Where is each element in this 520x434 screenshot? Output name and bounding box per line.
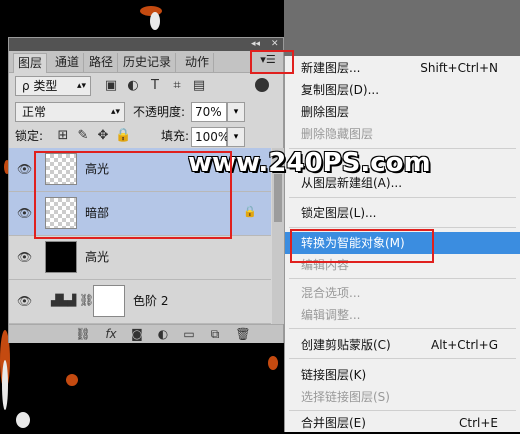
lock-all-icon[interactable]: 🔒 [115, 128, 131, 144]
tab-layers[interactable]: 图层 [13, 53, 48, 73]
menu-item-delete-hidden[interactable]: 删除隐藏图层 [285, 123, 520, 145]
liquid-splash-decor [66, 374, 78, 386]
menu-item-label: 创建剪贴蒙版(C) [301, 338, 391, 352]
menu-separator [289, 358, 516, 359]
filter-type-select[interactable]: ρ 类型 ▴▾ [15, 76, 91, 96]
menu-separator [289, 227, 516, 228]
menu-item-delete-layer[interactable]: 删除图层 [285, 101, 520, 123]
lock-move-icon[interactable]: ✥ [95, 128, 111, 144]
layer-row[interactable]: 👁 ▟▙▟ ⛓ 色阶 2 [9, 280, 271, 324]
new-group-icon[interactable]: ▭ [181, 327, 197, 342]
menu-separator [289, 278, 516, 279]
menu-item-blending-options[interactable]: 混合选项... [285, 282, 520, 304]
eye-icon[interactable]: 👁 [17, 206, 32, 220]
layer-mask-thumbnail [93, 285, 125, 317]
filter-pixel-icon[interactable]: ▣ [103, 78, 119, 94]
panel-title-bar[interactable]: ◂◂ ✕ [9, 38, 283, 51]
lock-icon: 🔒 [243, 205, 257, 218]
menu-separator [289, 410, 516, 411]
lock-transparency-icon[interactable]: ⊞ [55, 128, 71, 144]
liquid-splash-decor [16, 412, 30, 428]
lock-row: 锁定: ⊞ ✎ ✥ 🔒 填充: 100% ▾ [9, 126, 283, 148]
link-layers-icon[interactable]: ⛓ [75, 327, 91, 342]
menu-item-label: 合并图层(E) [301, 416, 366, 430]
menu-item-lock-layers[interactable]: 锁定图层(L)... [285, 202, 520, 224]
filter-type-label: ρ 类型 [22, 79, 58, 93]
chevron-down-icon: ▴▾ [110, 107, 120, 117]
layer-thumbnail [45, 241, 77, 273]
fill-label: 填充: [161, 129, 190, 143]
tab-actions[interactable]: 动作 [181, 53, 215, 73]
panel-tabs: 图层 通道 路径 历史记录 动作 ▾☰ [9, 51, 283, 73]
fill-input[interactable]: 100% [191, 127, 229, 147]
chevron-down-icon: ▴▾ [76, 81, 86, 91]
opacity-input[interactable]: 70% [191, 102, 227, 122]
menu-item-shortcut: Ctrl+E [459, 416, 498, 430]
menu-item-label: 复制图层(D)... [301, 83, 380, 97]
blend-row: 正常 ▴▾ 不透明度: 70% ▾ [9, 100, 283, 124]
liquid-splash-decor [268, 356, 278, 370]
filter-shape-icon[interactable]: ⌗ [169, 78, 185, 94]
menu-item-label: 选择链接图层(S) [301, 390, 390, 404]
eye-icon[interactable]: 👁 [17, 250, 32, 264]
menu-item-duplicate-layer[interactable]: 复制图层(D)... [285, 79, 520, 101]
filter-row: ρ 类型 ▴▾ ▣ ◐ T ⌗ ▤ [9, 74, 283, 100]
menu-item-link-layers[interactable]: 链接图层(K) [285, 364, 520, 386]
tab-paths[interactable]: 路径 [85, 53, 119, 73]
filter-smart-object-icon[interactable]: ▤ [191, 78, 207, 94]
menu-item-merge-layers[interactable]: 合并图层(E) Ctrl+E [285, 412, 520, 434]
lock-paint-icon[interactable]: ✎ [75, 128, 91, 144]
layer-row[interactable]: 👁 高光 [9, 236, 271, 280]
liquid-splash-decor [150, 12, 160, 30]
tab-channels[interactable]: 通道 [51, 53, 85, 73]
delete-layer-icon[interactable]: 🗑 [235, 327, 251, 342]
menu-item-label: 编辑调整... [301, 308, 361, 322]
menu-item-shortcut: Shift+Ctrl+N [420, 61, 498, 75]
blend-mode-select[interactable]: 正常 ▴▾ [15, 102, 125, 122]
menu-item-select-linked[interactable]: 选择链接图层(S) [285, 386, 520, 408]
menu-item-label: 删除隐藏图层 [301, 127, 374, 141]
filter-text-icon[interactable]: T [147, 78, 163, 94]
panel-bottom-bar: ⛓ fx ◙ ◐ ▭ ⧉ 🗑 [9, 324, 283, 343]
layer-name[interactable]: 高光 [85, 248, 109, 266]
add-mask-icon[interactable]: ◙ [129, 327, 145, 342]
blend-mode-value: 正常 [22, 105, 47, 119]
scrollbar-thumb[interactable] [274, 174, 282, 222]
menu-item-create-clipping-mask[interactable]: 创建剪贴蒙版(C) Alt+Ctrl+G [285, 334, 520, 356]
liquid-splash-decor [2, 360, 8, 410]
menu-item-label: 新建图层... [301, 61, 361, 75]
layer-style-icon[interactable]: fx [103, 327, 119, 342]
close-icon[interactable]: ✕ [271, 38, 279, 50]
new-layer-icon[interactable]: ⧉ [207, 327, 223, 342]
menu-item-label: 混合选项... [301, 286, 361, 300]
lock-label: 锁定: [15, 129, 44, 143]
menu-item-edit-adjustment[interactable]: 编辑调整... [285, 304, 520, 326]
eye-icon[interactable]: 👁 [17, 162, 32, 176]
menu-separator [289, 197, 516, 198]
menu-item-label: 锁定图层(L)... [301, 206, 377, 220]
menu-separator [289, 328, 516, 329]
menu-item-shortcut: Alt+Ctrl+G [430, 338, 498, 352]
layer-name[interactable]: 色阶 2 [133, 292, 168, 310]
eye-icon[interactable]: 👁 [17, 294, 32, 308]
filter-toggle-icon[interactable] [255, 78, 269, 92]
menu-item-label: 链接图层(K) [301, 368, 367, 382]
annotation-box-convert-item [290, 229, 434, 263]
filter-adjustment-icon[interactable]: ◐ [125, 78, 141, 94]
levels-adjustment-icon: ▟▙▟ [51, 294, 77, 307]
menu-item-new-layer[interactable]: 新建图层... Shift+Ctrl+N [285, 57, 520, 79]
link-icon[interactable]: ⛓ [79, 293, 94, 307]
annotation-box-menu-button [250, 50, 294, 74]
new-adjustment-icon[interactable]: ◐ [155, 327, 171, 342]
menu-item-label: 删除图层 [301, 105, 350, 119]
annotation-box-selected-layers [34, 151, 232, 239]
tab-history[interactable]: 历史记录 [119, 53, 177, 73]
opacity-label: 不透明度: [133, 105, 186, 119]
opacity-slider-toggle[interactable]: ▾ [227, 102, 245, 122]
collapse-icon[interactable]: ◂◂ [251, 38, 260, 50]
fill-slider-toggle[interactable]: ▾ [227, 127, 245, 147]
